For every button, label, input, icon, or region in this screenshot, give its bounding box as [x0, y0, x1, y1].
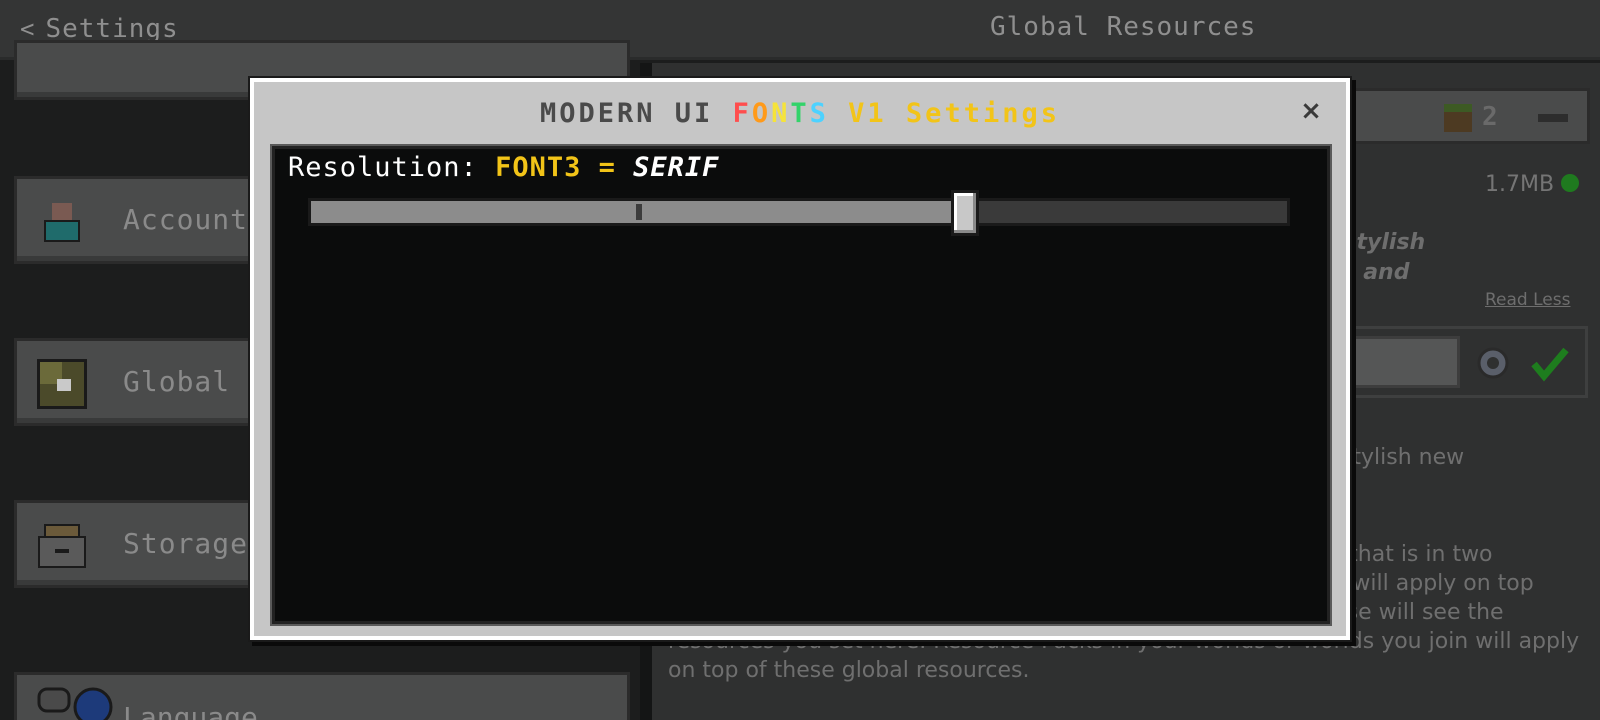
resolution-style: SERIF [633, 152, 720, 183]
chevron-left-icon: < [20, 15, 36, 43]
title-version: V1 [828, 98, 887, 129]
resolution-value: FONT3 [495, 152, 582, 183]
storage-icon [38, 524, 86, 568]
close-button[interactable]: × [1296, 96, 1326, 126]
grass-block-icon [1444, 104, 1472, 132]
status-dot [1561, 174, 1579, 192]
language-icon [37, 687, 113, 720]
gear-icon[interactable] [1474, 344, 1512, 382]
title-rainbow-letter: S [809, 98, 829, 129]
title-rainbow-letter: T [790, 98, 810, 129]
read-less-link[interactable]: Read Less [1485, 290, 1570, 310]
dialog-title: MODERN UI FONTS V1 Settings [254, 98, 1346, 129]
title-rainbow-letter: F [732, 98, 752, 129]
slider-thumb[interactable] [951, 190, 979, 236]
resolution-slider[interactable] [308, 198, 1290, 226]
sidebar-item-language[interactable]: Language [14, 672, 630, 720]
title-settings: Settings [886, 98, 1060, 129]
font-settings-dialog: MODERN UI FONTS V1 Settings × Resolution… [250, 78, 1350, 640]
dialog-content: Resolution: FONT3 = SERIF [270, 144, 1332, 626]
account-icon [44, 203, 80, 242]
sidebar-item-label: Account [123, 203, 249, 236]
checkmark-icon[interactable] [1530, 344, 1570, 382]
slider-tick [636, 204, 642, 220]
body-text-line: ds will apply on top [1320, 571, 1534, 596]
title-rainbow-letter: N [771, 98, 791, 129]
page-title: Global Resources [990, 12, 1257, 42]
collapse-icon[interactable] [1538, 114, 1568, 122]
pack-count: 2 [1482, 102, 1498, 132]
pack-size: 1.7MB [1485, 172, 1555, 197]
body-text-line: on top of these global resources. [668, 658, 1030, 683]
resolution-label: Resolution: FONT3 = SERIF [288, 152, 719, 183]
pack-description: d stylish les and [1320, 228, 1570, 288]
title-text: MODERN UI [540, 98, 733, 129]
global-resources-icon [37, 359, 87, 409]
resolution-equals: = [581, 152, 634, 183]
title-rainbow: FONTS [733, 98, 829, 129]
sidebar-item-label: Storage [123, 527, 249, 560]
resolution-caption: Resolution: [288, 152, 496, 183]
title-rainbow-letter: O [751, 98, 772, 129]
sidebar-item-label: Language [123, 701, 258, 720]
